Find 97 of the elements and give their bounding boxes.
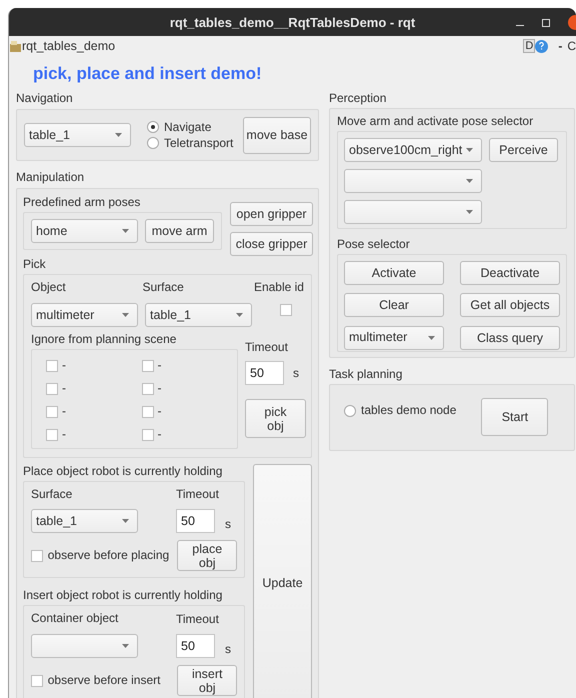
radio-button[interactable] [147,121,159,133]
field-label: Timeout [176,612,219,627]
radio-label: tables demo node [361,403,456,418]
caret-icon [122,644,129,648]
field-label: Surface [31,487,74,502]
section-label: Pick [23,257,47,272]
update-button[interactable]: Update [253,464,312,698]
unit-label: s [225,516,231,532]
dropdown[interactable]: home [31,219,138,243]
checkbox[interactable] [46,360,58,372]
gripper-button[interactable]: close gripper [230,232,313,256]
pick-object-button[interactable]: pick obj [245,399,306,438]
checkbox-label: - [158,427,162,442]
section-label: Predefined arm poses [23,195,142,210]
checkbox-label: - [62,404,66,419]
checkbox-label: observe before placing [48,548,170,563]
caret-icon [122,229,129,233]
minimize-icon[interactable] [516,25,524,26]
dropdown[interactable] [344,200,482,224]
checkbox[interactable] [46,406,58,418]
checkbox-label: - [158,381,162,396]
checkbox[interactable] [46,428,58,440]
window-title: rqt_tables_demo__RqtTablesDemo - rqt [170,14,416,30]
checkbox[interactable] [142,360,154,372]
start-button[interactable]: Start [481,398,548,436]
section-label: Insert object robot is currently holding [23,588,224,603]
box-icon [10,40,21,52]
checkbox-label: observe before insert [48,673,162,688]
maximize-icon[interactable] [542,18,550,26]
move-arm-button[interactable]: move arm [145,219,214,243]
section-label: Place object robot is currently holding [23,464,224,479]
checkbox[interactable] [142,382,154,394]
checkbox[interactable] [142,428,154,440]
section-label: Move arm and activate pose selector [337,114,534,129]
window-control-label: - [558,38,562,54]
dropdown[interactable] [344,169,482,193]
help-icon[interactable] [535,40,548,52]
section-label: Ignore from planning scene [31,332,178,347]
insert-object-button[interactable]: insert obj [177,665,237,696]
dropdown[interactable]: observe100cm_right [344,138,482,162]
checkbox-label: - [158,358,162,373]
class-query-button[interactable]: Class query [460,326,560,350]
pose-selector-button[interactable]: Deactivate [460,261,560,285]
caret-icon [122,519,129,523]
radio-button[interactable] [344,404,356,416]
caret-icon [122,313,129,317]
checkbox[interactable] [280,304,292,316]
move-base-button[interactable]: move base [243,116,311,154]
radio-label: Teletransport [164,136,234,150]
field-label: Timeout [245,340,289,355]
plugin-title: rqt_tables_demo [22,38,116,54]
window-control-label: C [567,38,576,54]
dropdown[interactable]: multimeter [31,303,138,327]
caret-icon [466,179,473,183]
timeout-field[interactable]: 50 [245,361,284,385]
field-label: Container object [31,611,120,627]
unit-label: s [293,366,299,380]
section-label: Pose selector [337,237,411,252]
checkbox[interactable] [142,406,154,418]
checkbox-label: - [62,358,66,373]
unit-label: s [225,642,231,656]
section-label: Perception [329,91,388,106]
caret-icon [236,313,243,317]
section-label: Navigation [16,91,74,106]
section-label: Task planning [329,367,404,382]
timeout-field[interactable]: 50 [176,509,215,533]
gripper-button[interactable]: open gripper [230,202,313,226]
caret-icon [115,133,122,137]
checkbox[interactable] [46,382,58,394]
field-label: Enable id [254,280,304,295]
caret-icon [466,148,473,152]
dropdown[interactable]: multimeter [344,326,444,350]
dropdown[interactable]: table_1 [24,123,131,147]
dropdown[interactable] [31,634,138,658]
caret-icon [428,336,435,340]
checkbox-label: - [158,404,162,419]
field-label: Surface [142,280,185,295]
dock-button[interactable]: D [523,39,536,53]
timeout-field[interactable]: 50 [176,634,215,658]
perceive-button[interactable]: Perceive [489,138,558,162]
caret-icon [466,210,473,214]
checkbox-label: - [62,427,66,442]
field-label: Timeout [176,487,219,502]
place-object-button[interactable]: place obj [177,540,237,571]
checkbox[interactable] [31,550,43,562]
field-label: Object [31,280,67,295]
checkbox-label: - [62,381,66,396]
radio-button[interactable] [147,137,159,149]
pose-selector-button[interactable]: Activate [344,261,444,285]
checkbox[interactable] [31,674,43,686]
pose-selector-button[interactable]: Clear [344,293,444,318]
dropdown[interactable]: table_1 [145,303,252,327]
section-label: Manipulation [16,170,86,185]
page-heading: pick, place and insert demo! [33,64,262,83]
pose-selector-button[interactable]: Get all objects [460,293,560,318]
dropdown[interactable]: table_1 [31,509,138,533]
radio-label: Navigate [164,120,212,134]
